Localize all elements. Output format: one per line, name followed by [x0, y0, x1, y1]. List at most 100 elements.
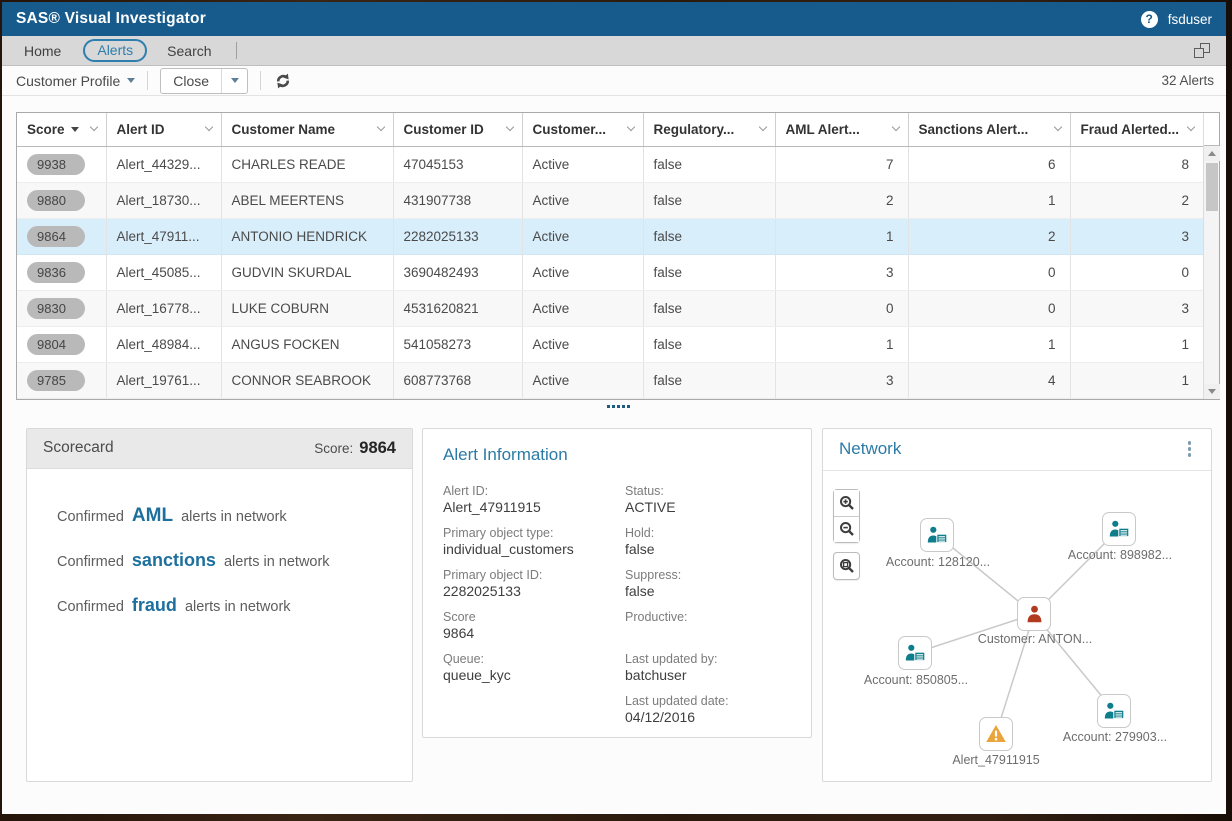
refresh-icon: [274, 72, 292, 90]
column-header-customer-status[interactable]: Customer...: [522, 113, 643, 146]
alerts-count: 32 Alerts: [1161, 73, 1214, 88]
tab-alerts[interactable]: Alerts: [83, 39, 147, 62]
column-header-score[interactable]: Score: [17, 113, 106, 146]
score-badge: 9830: [27, 298, 85, 319]
column-header-customer-id[interactable]: Customer ID: [393, 113, 522, 146]
zoom-fit-icon: [839, 558, 855, 574]
close-button[interactable]: Close: [161, 69, 221, 93]
scorecard-line: Confirmed AML alerts in network: [57, 505, 402, 528]
network-title: Network: [839, 439, 901, 459]
zoom-out-icon: [839, 521, 855, 537]
customer-icon: [1025, 605, 1044, 623]
table-row[interactable]: 9836 Alert_45085...GUDVIN SKURDAL 369048…: [17, 254, 1203, 290]
score-value: 9864: [359, 439, 396, 458]
title-bar: SAS® Visual Investigator ? fsduser: [2, 2, 1226, 36]
close-dropdown-button[interactable]: [221, 69, 247, 93]
network-node-account[interactable]: [898, 636, 932, 670]
help-icon[interactable]: ?: [1141, 11, 1158, 28]
window-restore-icon[interactable]: [1194, 43, 1210, 58]
chevron-down-icon: [231, 78, 239, 83]
column-header-aml-alert[interactable]: AML Alert...: [775, 113, 908, 146]
detail-panels: Scorecard Score: 9864 Confirmed AML aler…: [26, 428, 1226, 782]
table-row-selected[interactable]: 9864 Alert_47911...ANTONIO HENDRICK 2282…: [17, 218, 1203, 254]
scorecard-line: Confirmed sanctions alerts in network: [57, 549, 402, 573]
node-label: Account: 279903...: [1063, 730, 1167, 744]
score-badge: 9938: [27, 154, 85, 175]
network-node-account[interactable]: [1097, 694, 1131, 728]
scroll-up-button[interactable]: [1204, 146, 1220, 161]
zoom-in-icon: [839, 495, 855, 511]
field-alert-id: Alert ID:Alert_47911915: [443, 483, 607, 516]
alerts-toolbar: Customer Profile Close 32 Alerts: [2, 66, 1226, 96]
network-node-customer[interactable]: [1017, 597, 1051, 631]
zoom-in-button[interactable]: [834, 490, 859, 516]
node-label: Alert_47911915: [952, 753, 1039, 767]
customer-profile-label: Customer Profile: [16, 73, 120, 89]
score-badge: 9864: [27, 226, 85, 247]
rule-link-aml[interactable]: AML: [128, 505, 177, 526]
toolbar-divider: [147, 71, 148, 90]
account-icon: [905, 644, 926, 662]
scorecard-title: Scorecard: [43, 439, 114, 457]
alert-info-right-column: Status:ACTIVE Hold:false Suppress:false …: [625, 483, 791, 735]
field-primary-object-type: Primary object type:individual_customers: [443, 525, 607, 558]
panel-resize-handle[interactable]: [16, 405, 1220, 408]
table-row[interactable]: 9938 Alert_44329...CHARLES READE 4704515…: [17, 146, 1203, 182]
account-icon: [1104, 702, 1125, 720]
node-label: Account: 898982...: [1068, 548, 1172, 562]
table-scrollbar-column: [1203, 113, 1219, 399]
column-header-regulatory[interactable]: Regulatory...: [643, 113, 775, 146]
table-row[interactable]: 9804 Alert_48984...ANGUS FOCKEN 54105827…: [17, 326, 1203, 362]
table-row[interactable]: 9880 Alert_18730...ABEL MEERTENS 4319077…: [17, 182, 1203, 218]
field-status: Status:ACTIVE: [625, 483, 791, 516]
score-label: Score:: [314, 441, 353, 456]
customer-profile-dropdown[interactable]: Customer Profile: [16, 73, 135, 89]
column-header-customer-name[interactable]: Customer Name: [221, 113, 393, 146]
field-last-updated-by: Last updated by:batchuser: [625, 651, 791, 684]
refresh-button[interactable]: [273, 71, 293, 91]
network-graph[interactable]: Account: 128120... Account: 898982...: [823, 471, 1211, 781]
score-badge: 9880: [27, 190, 85, 211]
score-badge: 9785: [27, 370, 85, 391]
network-header: Network: [823, 429, 1211, 471]
zoom-fit-button[interactable]: [833, 552, 860, 580]
scorecard-panel: Scorecard Score: 9864 Confirmed AML aler…: [26, 428, 413, 782]
alert-info-left-column: Alert ID:Alert_47911915 Primary object t…: [443, 483, 607, 735]
field-productive: Productive:: [625, 609, 791, 642]
rule-link-fraud[interactable]: fraud: [128, 595, 181, 615]
column-header-alert-id[interactable]: Alert ID: [106, 113, 221, 146]
content-area: Score Alert ID Customer Name Customer ID…: [2, 96, 1226, 814]
app-window: SAS® Visual Investigator ? fsduser Home …: [2, 2, 1226, 814]
vertical-scrollbar[interactable]: [1204, 146, 1219, 399]
account-icon: [927, 526, 948, 544]
alert-information-title: Alert Information: [443, 445, 791, 465]
tab-search[interactable]: Search: [167, 43, 211, 59]
network-panel: Network: [822, 428, 1212, 782]
scorecard-body: Confirmed AML alerts in network Confirme…: [27, 469, 412, 618]
column-header-fraud-alerted[interactable]: Fraud Alerted...: [1070, 113, 1203, 146]
tab-home[interactable]: Home: [24, 43, 61, 59]
kebab-menu-icon[interactable]: [1184, 437, 1196, 461]
field-score: Score9864: [443, 609, 607, 642]
app-title: SAS® Visual Investigator: [16, 10, 206, 28]
field-queue: Queue:queue_kyc: [443, 651, 607, 684]
network-node-account[interactable]: [920, 518, 954, 552]
table-row[interactable]: 9830 Alert_16778...LUKE COBURN 453162082…: [17, 290, 1203, 326]
column-header-sanctions-alert[interactable]: Sanctions Alert...: [908, 113, 1070, 146]
network-node-alert[interactable]: [979, 717, 1013, 751]
scrollbar-thumb[interactable]: [1206, 163, 1218, 211]
zoom-out-button[interactable]: [834, 516, 859, 542]
sort-desc-icon: [71, 127, 79, 132]
network-node-account[interactable]: [1102, 512, 1136, 546]
username[interactable]: fsduser: [1168, 12, 1212, 27]
node-label: Account: 128120...: [886, 555, 990, 569]
table-row[interactable]: 9785 Alert_19761...CONNOR SEABROOK 60877…: [17, 362, 1203, 398]
alerts-table: Score Alert ID Customer Name Customer ID…: [16, 112, 1220, 400]
nav-bar: Home Alerts Search: [2, 36, 1226, 66]
rule-link-sanctions[interactable]: sanctions: [128, 550, 220, 570]
table-header-row: Score Alert ID Customer Name Customer ID…: [17, 113, 1203, 146]
zoom-controls: [833, 489, 860, 543]
scroll-down-button[interactable]: [1204, 384, 1220, 399]
account-icon: [1109, 520, 1130, 538]
node-label: Account: 850805...: [864, 673, 968, 687]
